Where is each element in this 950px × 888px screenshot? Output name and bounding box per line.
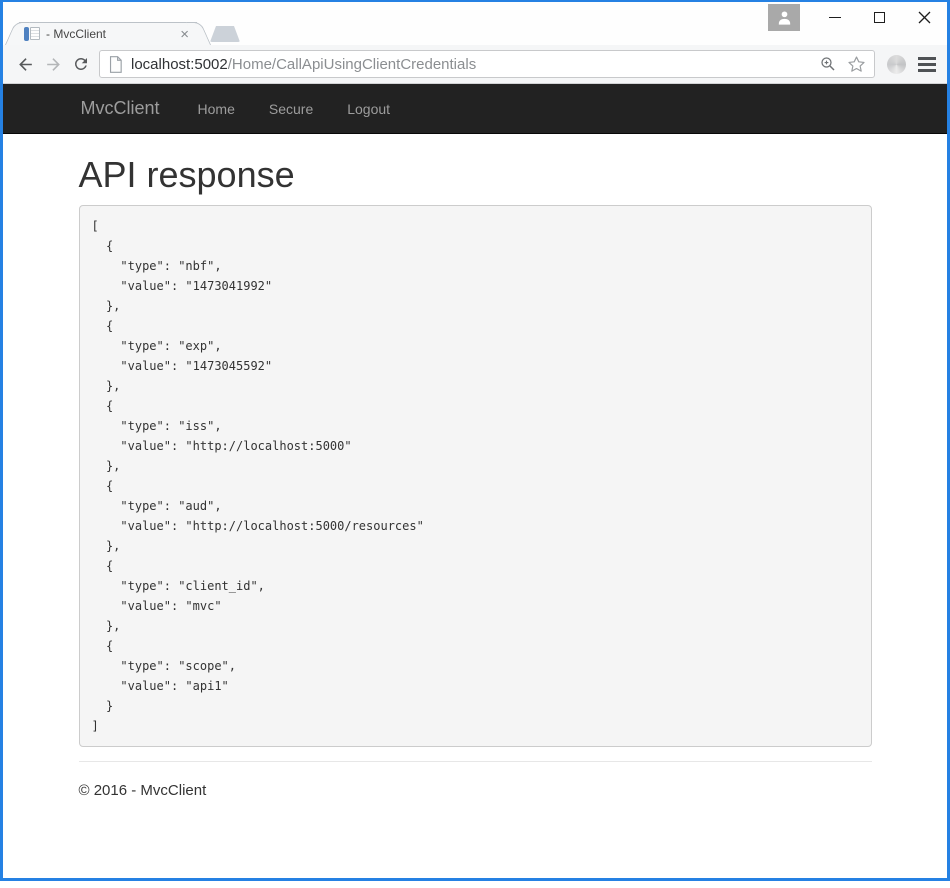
url-host: localhost:5002	[131, 56, 228, 73]
browser-tab[interactable]: - MvcClient ×	[19, 22, 197, 45]
nav-link-logout[interactable]: Logout	[330, 84, 407, 134]
extension-icon[interactable]	[887, 55, 906, 74]
footer-divider	[79, 761, 872, 762]
nav-links: Home Secure Logout	[181, 84, 408, 134]
site-favicon-icon	[24, 26, 40, 42]
browser-window: - MvcClient ×	[0, 0, 950, 881]
profile-button[interactable]	[768, 4, 800, 31]
forward-icon	[44, 55, 63, 74]
bookmark-star-icon[interactable]	[847, 55, 866, 74]
url-text: localhost:5002/Home/CallApiUsingClientCr…	[131, 56, 476, 73]
tab-title: - MvcClient	[46, 27, 176, 41]
maximize-icon	[874, 12, 885, 23]
omnibox[interactable]: localhost:5002/Home/CallApiUsingClientCr…	[99, 50, 875, 78]
new-tab-button[interactable]	[210, 26, 240, 42]
api-response-pre: [ { "type": "nbf", "value": "1473041992"…	[79, 205, 872, 747]
page-icon	[108, 56, 123, 73]
person-icon	[776, 9, 793, 26]
back-icon	[16, 55, 35, 74]
zoom-icon[interactable]	[819, 55, 837, 73]
content-container: API response [ { "type": "nbf", "value":…	[79, 155, 872, 799]
browser-toolbar: localhost:5002/Home/CallApiUsingClientCr…	[3, 45, 947, 84]
titlebar: - MvcClient ×	[3, 2, 947, 45]
url-path: /Home/CallApiUsingClientCredentials	[228, 56, 476, 73]
nav-link-secure[interactable]: Secure	[252, 84, 330, 134]
reload-button[interactable]	[67, 49, 95, 79]
back-button[interactable]	[11, 49, 39, 79]
hamburger-icon	[918, 57, 936, 60]
reload-icon	[72, 55, 90, 73]
nav-link-home[interactable]: Home	[181, 84, 252, 134]
page-heading: API response	[79, 155, 872, 195]
minimize-icon	[829, 17, 841, 18]
maximize-button[interactable]	[857, 2, 902, 33]
minimize-button[interactable]	[812, 2, 857, 33]
tab-close-icon[interactable]: ×	[176, 27, 193, 42]
menu-button[interactable]	[915, 49, 939, 79]
close-icon	[918, 11, 931, 24]
site-navbar: MvcClient Home Secure Logout	[3, 84, 947, 134]
web-page: MvcClient Home Secure Logout API respons…	[3, 84, 947, 878]
forward-button[interactable]	[39, 49, 67, 79]
navbar-brand[interactable]: MvcClient	[81, 98, 160, 119]
window-controls	[812, 2, 947, 33]
close-button[interactable]	[902, 2, 947, 33]
footer-copyright: © 2016 - MvcClient	[79, 782, 872, 799]
